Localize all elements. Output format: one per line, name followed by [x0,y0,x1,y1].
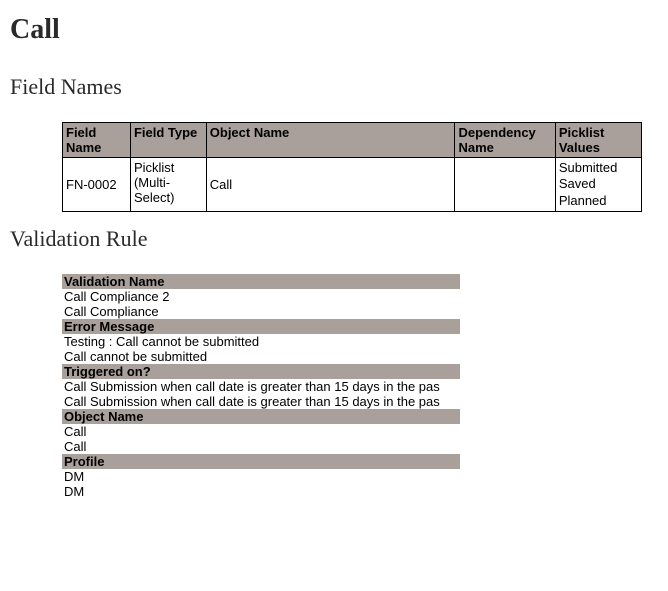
picklist-value: Saved [559,176,638,192]
val-row: Call [62,424,460,439]
picklist-value: Submitted [559,160,638,176]
val-row: Call Compliance 2 [62,289,460,304]
col-picklist-values: Picklist Values [555,123,641,158]
cell-dependency-name [455,158,555,212]
val-row: Call [62,439,460,454]
val-header-profile: Profile [62,454,460,469]
val-row: Call Compliance [62,304,460,319]
val-row: Testing : Call cannot be submitted [62,334,460,349]
section-heading-validation-rule: Validation Rule [10,226,658,252]
val-header-error-message: Error Message [62,319,460,334]
section-heading-field-names: Field Names [10,74,658,100]
picklist-value: Planned [559,193,638,209]
validation-rule-block: Validation Name Call Compliance 2 Call C… [62,274,460,499]
val-row: DM [62,469,460,484]
col-field-type: Field Type [130,123,206,158]
val-header-object-name: Object Name [62,409,460,424]
col-field-name: Field Name [63,123,131,158]
val-row: Call Submission when call date is greate… [62,394,460,409]
table-header-row: Field Name Field Type Object Name Depend… [63,123,642,158]
val-row: Call Submission when call date is greate… [62,379,460,394]
val-header-validation-name: Validation Name [62,274,460,289]
cell-picklist-values: Submitted Saved Planned [555,158,641,212]
cell-field-type: Picklist (Multi-Select) [130,158,206,212]
col-dependency-name: Dependency Name [455,123,555,158]
table-row: FN-0002 Picklist (Multi-Select) Call Sub… [63,158,642,212]
val-header-triggered-on: Triggered on? [62,364,460,379]
cell-object-name: Call [206,158,455,212]
field-names-table: Field Name Field Type Object Name Depend… [62,122,642,212]
val-row: DM [62,484,460,499]
page-title: Call [10,14,658,46]
val-row: Call cannot be submitted [62,349,460,364]
cell-field-name: FN-0002 [63,158,131,212]
col-object-name: Object Name [206,123,455,158]
